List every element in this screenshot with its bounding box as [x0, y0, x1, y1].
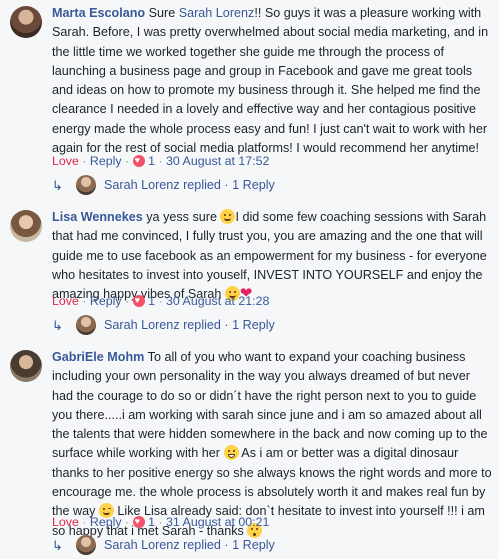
reply-count-link[interactable]: 1 Reply — [232, 178, 275, 192]
comment-author[interactable]: Lisa Wennekes — [52, 210, 143, 224]
like-count[interactable]: 1 — [148, 294, 155, 308]
reply-count-link[interactable]: 1 Reply — [232, 318, 275, 332]
separator: · — [82, 515, 90, 529]
avatar — [76, 315, 96, 335]
replies-summary[interactable]: ↳ Sarah Lorenz replied · 1 Reply — [52, 314, 275, 336]
comment-text: Sure — [145, 6, 179, 20]
love-reaction-button[interactable]: Love — [52, 154, 79, 168]
heart-like-icon — [132, 154, 145, 167]
comment-author[interactable]: GabriEle Mohm — [52, 350, 144, 364]
reply-button[interactable]: Reply — [90, 515, 122, 529]
comment-text: To all of you who want to expand your co… — [52, 350, 488, 461]
reply-arrow-icon: ↳ — [52, 538, 63, 553]
comment-timestamp[interactable]: 31 August at 00:21 — [166, 515, 269, 529]
heart-like-icon — [132, 515, 145, 528]
heart-like-icon — [132, 294, 145, 307]
replier-name[interactable]: Sarah Lorenz replied — [104, 318, 221, 332]
avatar[interactable] — [10, 6, 42, 38]
love-reaction-button[interactable]: Love — [52, 294, 79, 308]
reply-button[interactable]: Reply — [90, 294, 122, 308]
comment-actions: Love · Reply · 1 · 30 August at 21:28 — [52, 293, 269, 309]
like-count[interactable]: 1 — [148, 154, 155, 168]
separator: · — [158, 515, 167, 529]
avatar — [76, 175, 96, 195]
comment-text: !! So guys it was a pleasure working wit… — [52, 6, 489, 156]
avatar[interactable] — [10, 210, 42, 242]
reply-arrow-icon: ↳ — [52, 178, 63, 193]
smiling-face-emoji — [220, 209, 236, 224]
comment-author[interactable]: Marta Escolano — [52, 6, 145, 20]
separator: · — [125, 515, 133, 529]
separator: · — [158, 294, 167, 308]
separator: · — [125, 294, 133, 308]
reply-button[interactable]: Reply — [90, 154, 122, 168]
reply-arrow-icon: ↳ — [52, 318, 63, 333]
comment-text: ya yess sure — [142, 210, 221, 224]
replier-name[interactable]: Sarah Lorenz replied — [104, 538, 221, 552]
replier-name[interactable]: Sarah Lorenz replied — [104, 178, 221, 192]
separator: · — [82, 154, 90, 168]
mention-link[interactable]: Sarah Lorenz — [179, 6, 255, 20]
comment-timestamp[interactable]: 30 August at 17:52 — [166, 154, 269, 168]
comment-timestamp[interactable]: 30 August at 21:28 — [166, 294, 269, 308]
replies-summary[interactable]: ↳ Sarah Lorenz replied · 1 Reply — [52, 534, 275, 556]
replies-summary[interactable]: ↳ Sarah Lorenz replied · 1 Reply — [52, 174, 275, 196]
separator: · — [220, 538, 233, 552]
grinning-face-emoji — [223, 445, 239, 461]
comment-actions: Love · Reply · 1 · 31 August at 00:21 — [52, 514, 269, 530]
avatar[interactable] — [10, 350, 42, 382]
avatar — [76, 535, 96, 555]
separator: · — [158, 154, 167, 168]
separator: · — [220, 318, 233, 332]
love-reaction-button[interactable]: Love — [52, 515, 79, 529]
separator: · — [125, 154, 133, 168]
like-count[interactable]: 1 — [148, 515, 155, 529]
separator: · — [82, 294, 90, 308]
comment-body: GabriEle Mohm To all of you who want to … — [52, 348, 492, 541]
comment-actions: Love · Reply · 1 · 30 August at 17:52 — [52, 153, 269, 169]
reply-count-link[interactable]: 1 Reply — [232, 538, 275, 552]
separator: · — [220, 178, 233, 192]
comment-body: Marta Escolano Sure Sarah Lorenz!! So gu… — [52, 4, 492, 158]
comment-body: Lisa Wennekes ya yess sure I did some fe… — [52, 208, 492, 304]
